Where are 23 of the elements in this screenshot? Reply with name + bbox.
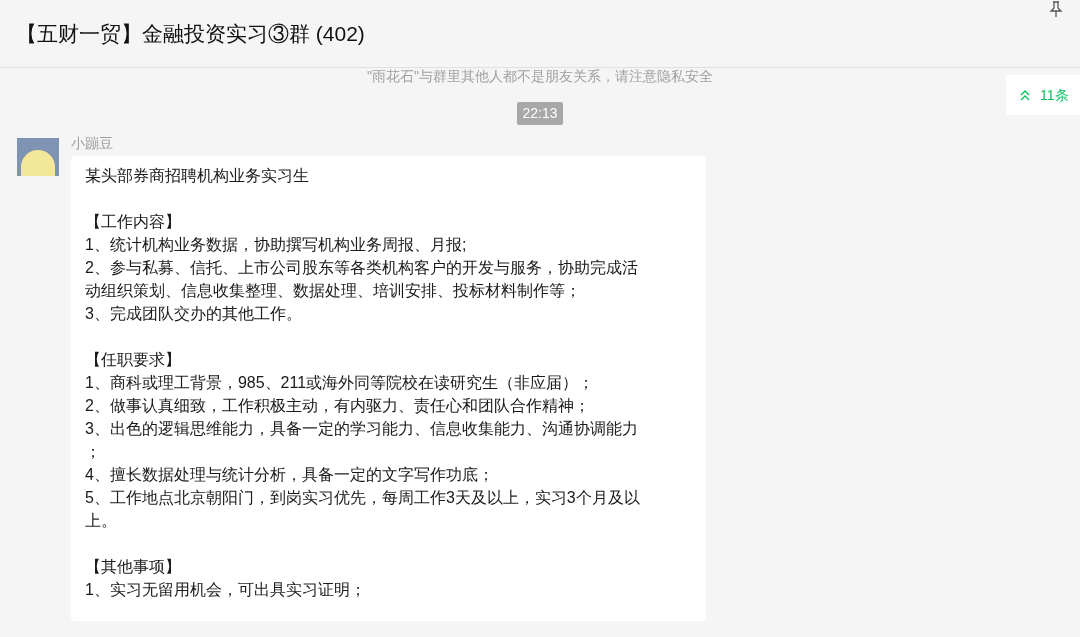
timestamp: 22:13 — [517, 102, 563, 125]
message-line: 【其他事项】 — [85, 557, 182, 577]
pin-icon[interactable] — [1049, 1, 1063, 17]
message-line: 【任职要求】 — [85, 350, 182, 370]
message-line: 1、实习无留用机会，可出具实习证明； — [85, 580, 367, 600]
message-line: 2、做事认真细致，工作积极主动，有内驱力、责任心和团队合作精神； — [85, 396, 591, 416]
message-line: 1、统计机构业务数据，协助撰写机构业务周报、月报; — [85, 235, 468, 255]
message-line: 上。 — [85, 511, 118, 531]
message-line: 某头部券商招聘机构业务实习生 — [85, 166, 310, 186]
message-line: 【工作内容】 — [85, 212, 182, 232]
double-chevron-up-icon — [1020, 89, 1030, 101]
unread-messages-button[interactable]: 11条 — [1006, 75, 1080, 115]
message-line: 4、擅长数据处理与统计分析，具备一定的文字写作功底； — [85, 465, 495, 485]
message-line: ； — [85, 442, 102, 462]
message-line: 动组织策划、信息收集整理、数据处理、培训安排、投标材料制作等； — [85, 281, 582, 301]
message-line: 5、工作地点北京朝阳门，到岗实习优先，每周工作3天及以上，实习3个月及以 — [85, 488, 641, 508]
message-line: 3、出色的逻辑思维能力，具备一定的学习能力、信息收集能力、沟通协调能力 — [85, 419, 639, 439]
message-line: 2、参与私募、信托、上市公司股东等各类机构客户的开发与服务，协助完成活 — [85, 258, 639, 278]
message-line: 3、完成团队交办的其他工作。 — [85, 304, 303, 324]
window-title: 【五财一贸】金融投资实习③群 (402) — [16, 20, 365, 47]
privacy-notice: "雨花石"与群里其他人都不是朋友关系，请注意隐私安全 — [367, 67, 713, 86]
message-line: 1、商科或理工背景，985、211或海外同等院校在读研究生（非应届）； — [85, 373, 596, 393]
sender-name: 小蹦豆 — [71, 134, 114, 153]
